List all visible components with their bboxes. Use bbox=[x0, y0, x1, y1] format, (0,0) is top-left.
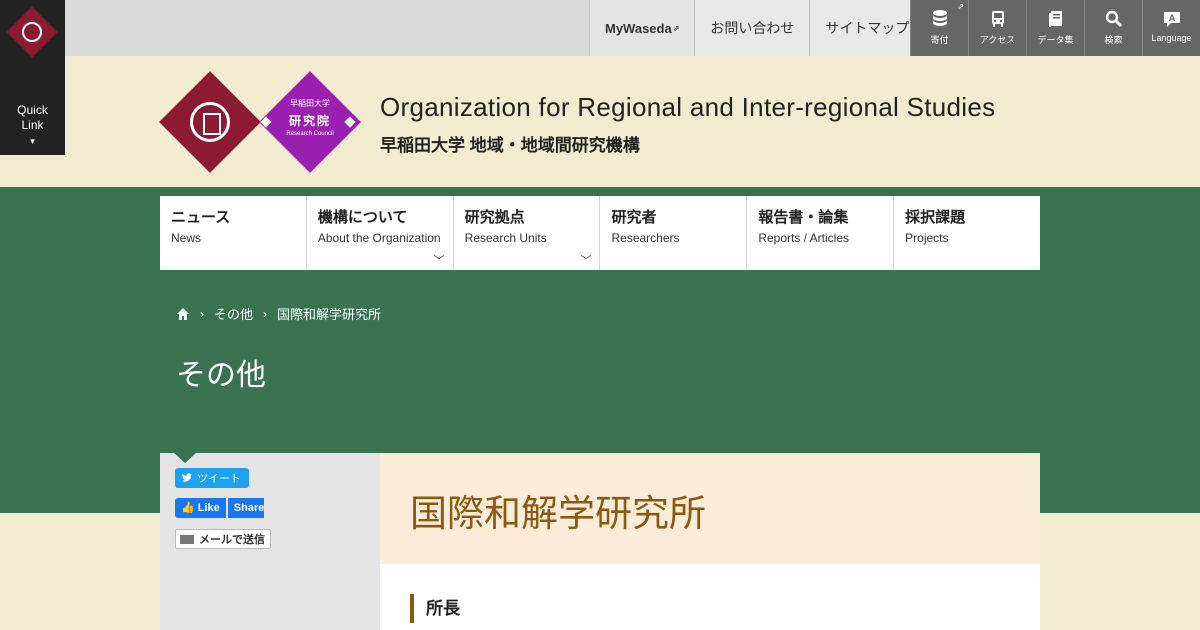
home-icon[interactable] bbox=[176, 307, 190, 321]
envelope-icon bbox=[180, 534, 194, 544]
thumbs-up-icon: 👍 bbox=[181, 502, 195, 514]
bus-icon bbox=[991, 11, 1004, 27]
language-icon: A bbox=[1163, 12, 1180, 27]
nav-item-researchers[interactable]: 研究者 Researchers bbox=[600, 196, 748, 270]
link-label: Link bbox=[21, 118, 44, 132]
top-bar: MyWaseda ⇗ お問い合わせ サイトマップ 寄付 ⇗ アクセス データ集 検… bbox=[0, 0, 1200, 56]
article-body: 所長 bbox=[380, 564, 1040, 630]
search-button[interactable]: 検索 bbox=[1084, 0, 1142, 56]
waseda-logo[interactable] bbox=[159, 71, 261, 173]
facebook-like-button[interactable]: 👍 Like bbox=[175, 498, 226, 518]
twitter-bird-icon bbox=[182, 473, 192, 482]
global-nav: ニュース News 機構について About the Organization … bbox=[160, 187, 1040, 270]
mail-send-button[interactable]: メールで送信 bbox=[175, 529, 271, 549]
mywaseda-link[interactable]: MyWaseda ⇗ bbox=[589, 0, 695, 56]
breadcrumb: › その他 › 国際和解学研究所 bbox=[176, 304, 381, 323]
chevron-down-icon: ﹀ bbox=[580, 255, 592, 267]
facebook-share-button[interactable]: Share bbox=[227, 498, 265, 518]
facebook-buttons: 👍 Like Share bbox=[175, 498, 269, 518]
icon-bar: 寄付 ⇗ アクセス データ集 検索 A Language bbox=[910, 0, 1200, 56]
sitemap-link[interactable]: サイトマップ bbox=[809, 0, 925, 56]
chevron-down-icon: ▾ bbox=[30, 136, 35, 146]
search-icon bbox=[1105, 10, 1122, 28]
chevron-right-icon: › bbox=[263, 306, 268, 321]
site-title[interactable]: Organization for Regional and Inter-regi… bbox=[380, 92, 995, 123]
data-button[interactable]: データ集 bbox=[1026, 0, 1084, 56]
nav-item-reports[interactable]: 報告書・論集 Reports / Articles bbox=[747, 196, 895, 270]
external-link-icon: ⇗ bbox=[957, 2, 964, 11]
breadcrumb-item[interactable]: その他 bbox=[214, 304, 253, 323]
section-heading: 所長 bbox=[410, 594, 460, 623]
research-council-logo-text: 早稲田大学 研究院 Research Council bbox=[286, 99, 334, 137]
quick-link-button[interactable]: Quick Link ▾ bbox=[0, 0, 65, 155]
article-title: 国際和解学研究所 bbox=[410, 493, 706, 534]
language-button[interactable]: A Language bbox=[1142, 0, 1200, 56]
page-title: その他 bbox=[176, 359, 266, 392]
chevron-right-icon: › bbox=[200, 306, 204, 321]
svg-text:A: A bbox=[1168, 13, 1175, 23]
database-icon bbox=[932, 10, 947, 26]
share-sidebar: ツイート 👍 Like Share メールで送信 bbox=[160, 453, 380, 630]
donation-button[interactable]: 寄付 ⇗ bbox=[910, 0, 968, 56]
breadcrumb-current: 国際和解学研究所 bbox=[277, 307, 382, 322]
nav-item-news[interactable]: ニュース News bbox=[160, 196, 307, 270]
notch-arrow bbox=[174, 453, 196, 463]
site-subtitle: 早稲田大学 地域・地域間研究機構 bbox=[380, 136, 640, 155]
nav-item-about[interactable]: 機構について About the Organization ﹀ bbox=[307, 196, 454, 270]
external-link-icon: ⇗ bbox=[672, 23, 680, 33]
nav-item-projects[interactable]: 採択課題 Projects bbox=[894, 196, 1040, 270]
chevron-down-icon: ﹀ bbox=[433, 255, 445, 267]
contact-link[interactable]: お問い合わせ bbox=[694, 0, 810, 56]
nav-item-research-units[interactable]: 研究拠点 Research Units ﹀ bbox=[454, 196, 601, 270]
waseda-emblem-icon bbox=[6, 6, 58, 58]
book-icon bbox=[1048, 11, 1062, 27]
tweet-button[interactable]: ツイート bbox=[175, 468, 249, 488]
quick-label: Quick bbox=[17, 103, 48, 117]
article-header: 国際和解学研究所 bbox=[380, 453, 1040, 564]
top-links: MyWaseda ⇗ お問い合わせ サイトマップ bbox=[589, 0, 925, 56]
access-button[interactable]: アクセス bbox=[968, 0, 1026, 56]
